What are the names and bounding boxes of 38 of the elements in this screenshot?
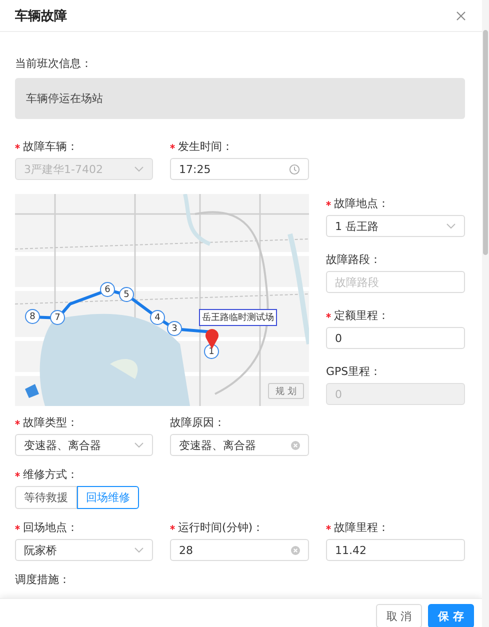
clear-icon[interactable]: [291, 440, 300, 450]
field-label: GPS里程：: [326, 365, 382, 378]
field-label: 维修方式：: [23, 468, 78, 481]
field-label: 运行时间(分钟)：: [178, 521, 264, 534]
chevron-down-icon: [134, 442, 144, 448]
field-label: 调度措施：: [15, 573, 71, 586]
section-label: 当前班次信息：: [15, 56, 93, 71]
clock-icon: [289, 164, 300, 174]
field-label: 故障路段：: [326, 253, 381, 266]
input-field[interactable]: 变速器、离合器: [170, 434, 309, 456]
input-field[interactable]: 0: [326, 327, 465, 349]
field-label: 故障原因：: [170, 416, 225, 429]
time-field[interactable]: 17:25: [170, 158, 309, 180]
field-label: 定额里程：: [334, 309, 389, 322]
input-field[interactable]: 28: [170, 539, 309, 561]
clear-icon[interactable]: [291, 546, 300, 554]
chevron-down-icon: [134, 166, 144, 172]
cancel-button[interactable]: 取 消: [376, 604, 422, 627]
scrollbar-thumb[interactable]: [483, 30, 488, 255]
chevron-down-icon: [134, 547, 144, 553]
select-field[interactable]: 阮家桥: [15, 539, 153, 561]
segment-option[interactable]: 等待救援: [15, 486, 77, 509]
select-field[interactable]: 1 岳王路: [326, 215, 465, 237]
select-field[interactable]: 变速器、离合器: [15, 434, 153, 456]
plan-button[interactable]: 规 划: [268, 383, 304, 399]
field-label: 故障类型：: [23, 416, 78, 429]
map-tooltip: 岳王路临时测试场: [199, 309, 277, 326]
dialog-title: 车辆故障: [15, 8, 67, 24]
field-label: 故障车辆：: [23, 140, 78, 153]
close-icon[interactable]: [456, 11, 466, 21]
info-panel: 车辆停运在场站: [15, 78, 465, 119]
map-pin-icon: [205, 329, 219, 349]
input-field[interactable]: 11.42: [326, 539, 465, 561]
chevron-down-icon: [446, 223, 456, 229]
field-label: 故障里程：: [334, 521, 389, 534]
field-label: 发生时间：: [178, 140, 233, 153]
field-label: 故障地点：: [334, 197, 389, 210]
field-label: 回场地点：: [23, 521, 78, 534]
